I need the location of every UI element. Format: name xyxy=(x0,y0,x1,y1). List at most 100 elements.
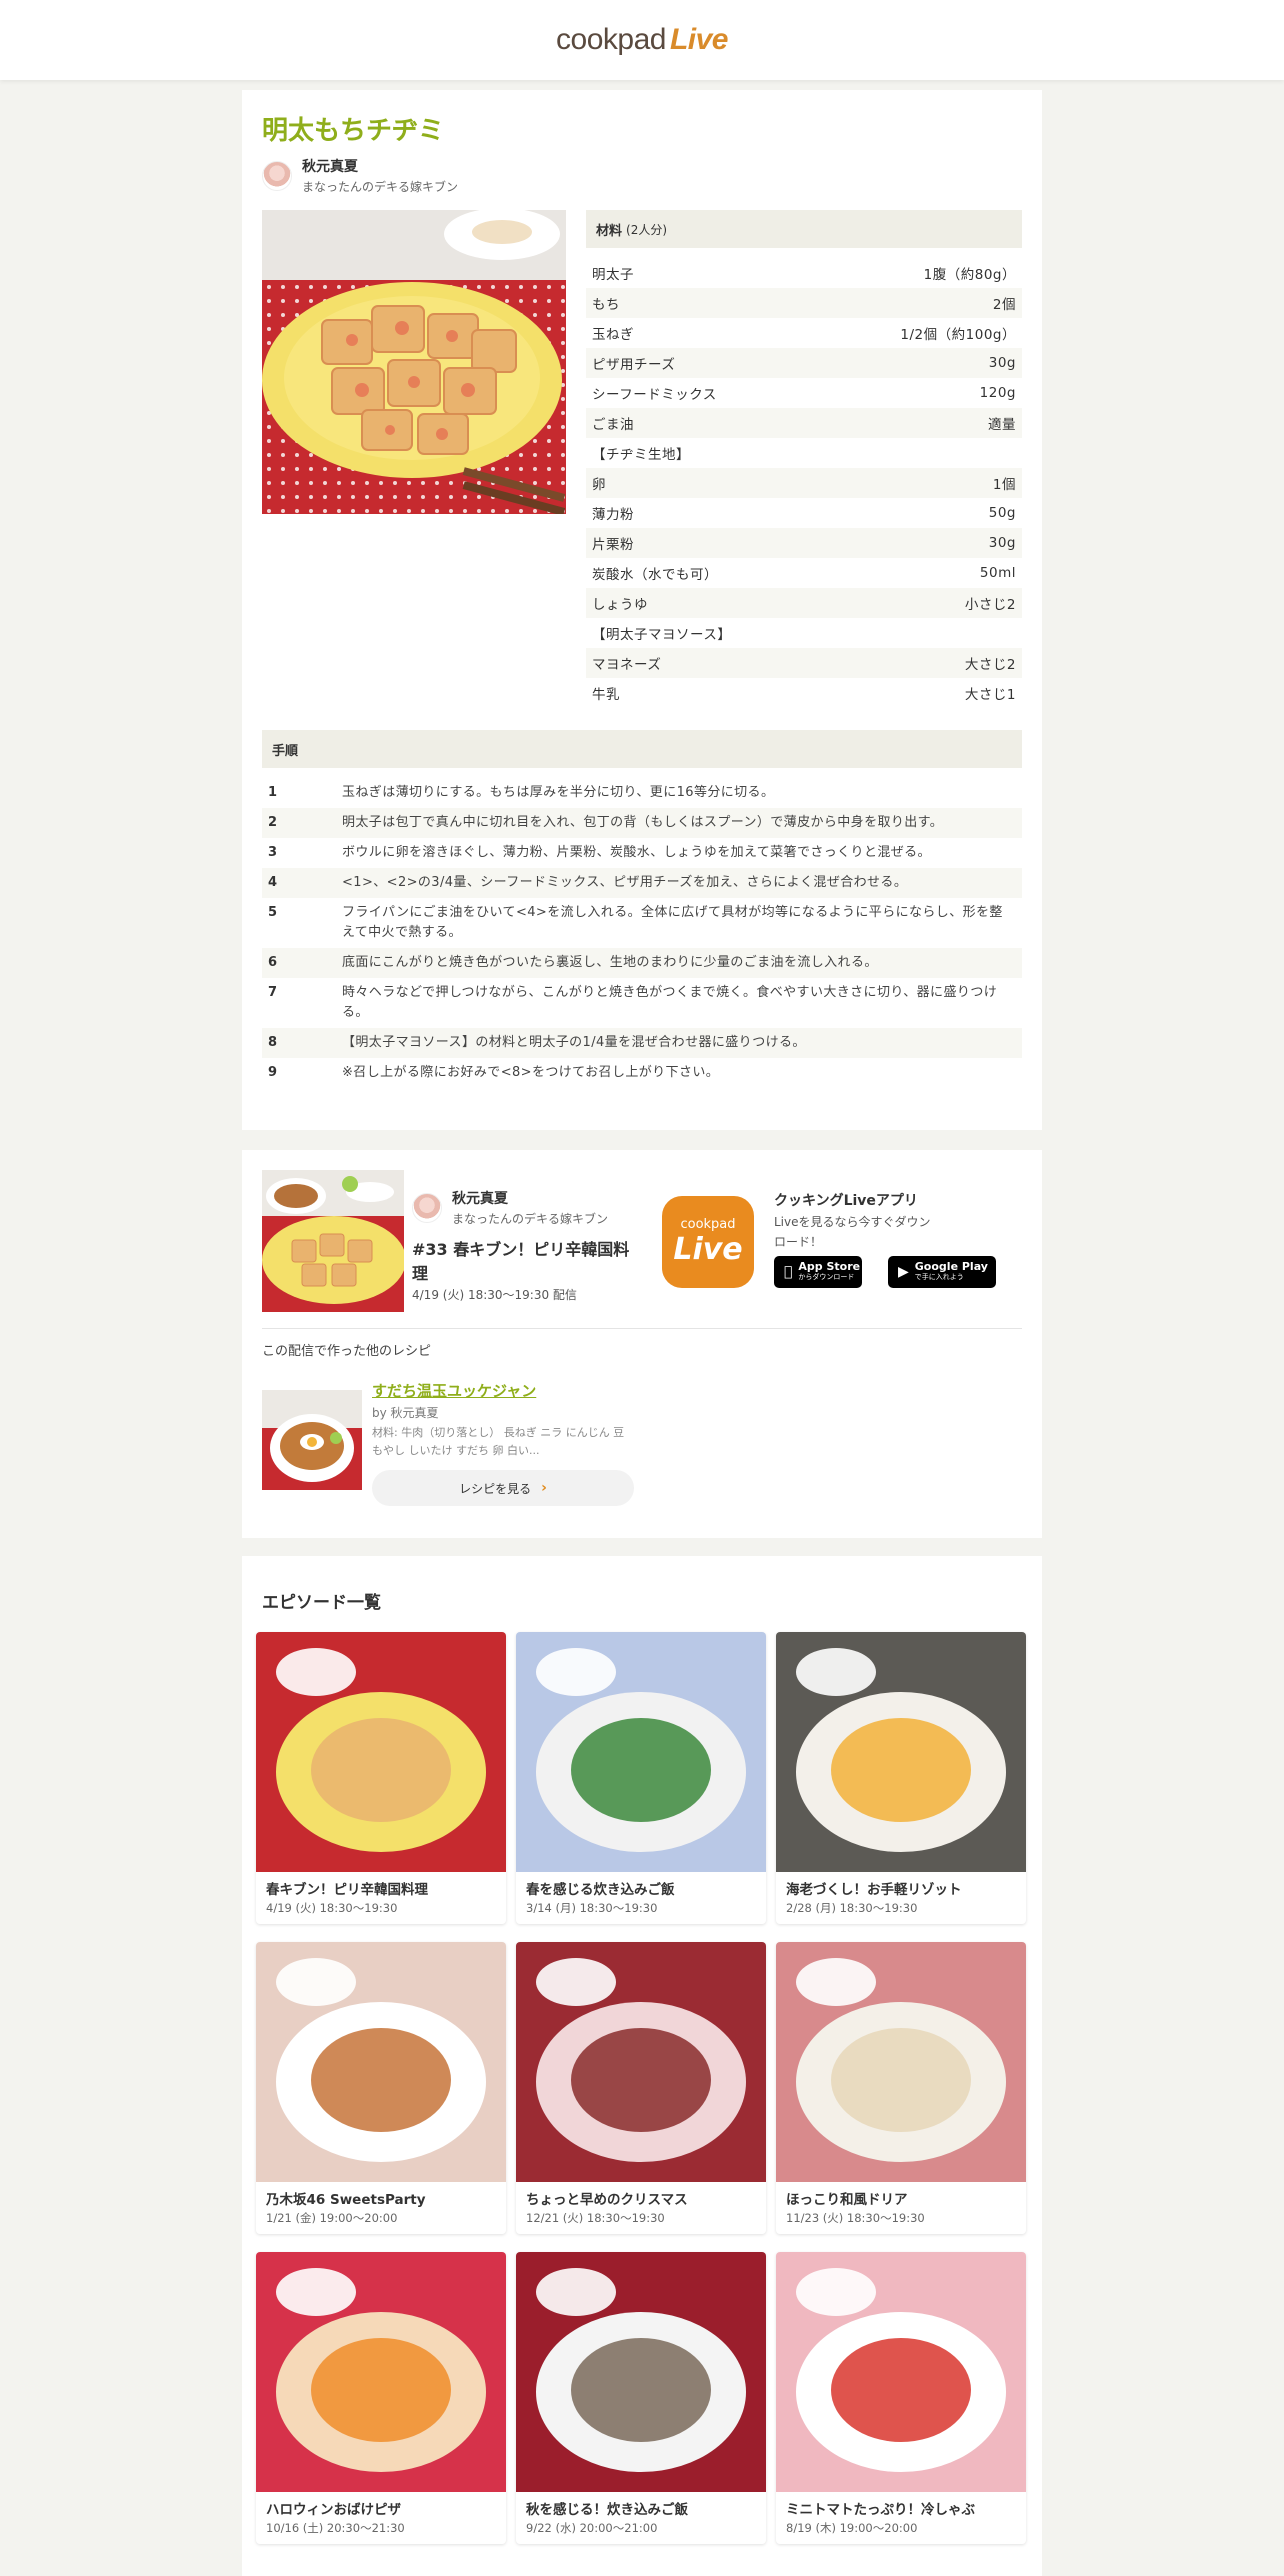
stream-author-avatar xyxy=(412,1192,442,1223)
ingredient-row: 玉ねぎ 1/2個（約100g） xyxy=(586,318,1022,348)
view-recipe-label: レシピを見る xyxy=(459,1481,532,1496)
appstore-top: App Store xyxy=(790,1260,860,1273)
ingredient-name: 明太子 xyxy=(592,267,634,283)
ingredient-name: シーフードミックス xyxy=(592,387,717,403)
step-number: 1 xyxy=(268,785,278,800)
episode-card[interactable]: ハロウィンおばけピザ 10/16 (土) 20:30〜21:30 xyxy=(256,2252,506,2544)
step-text: 時々ヘラなどで押しつけながら、こんがりと焼き色がつくまで焼く。食べやすい大きさに… xyxy=(342,985,998,1020)
ingredient-amount: 2個 xyxy=(992,297,1016,313)
step-text: ボウルに卵を溶きほぐし、薄力粉、片栗粉、炭酸水、しょうゆを加えて菜箸でさっくりと… xyxy=(342,845,931,860)
steps-list: 1 玉ねぎは薄切りにする。もちは厚みを半分に切り、更に16等分に切る。 2 明太子は包… xyxy=(262,778,1022,1088)
episode-card[interactable]: ちょっと早めのクリスマス 12/21 (火) 18:30〜19:30 xyxy=(516,1942,766,2234)
ingredient-name: 薄力粉 xyxy=(592,507,634,523)
episode-thumbnail xyxy=(516,1942,766,2182)
ingredient-name: もち xyxy=(592,297,620,313)
google-play-icon: ▶ xyxy=(898,1264,909,1280)
episode-card[interactable]: 乃木坂46 SweetsParty 1/21 (金) 19:00〜20:00 xyxy=(256,1942,506,2234)
step-row: 7 時々ヘラなどで押しつけながら、こんがりと焼き色がつくまで焼く。食べやすい大きさ… xyxy=(262,978,1022,1028)
stream-title[interactable]: #33 春キブン！ピリ辛韓国料理 xyxy=(412,1238,642,1286)
other-recipe-photo[interactable] xyxy=(262,1390,362,1490)
app-store-badge[interactable]:  App Store からダウンロード xyxy=(774,1256,862,1288)
ingredient-amount: 大さじ1 xyxy=(964,687,1016,703)
chevron-right-icon: › xyxy=(541,1480,547,1496)
ingredient-amount: 大さじ2 xyxy=(964,657,1016,673)
ingredients-section: 材料 (2人分) 明太子 1腹（約80g） もち 2個 玉ねぎ 1/2個（約100g） ピザ… xyxy=(586,210,1022,708)
step-number: 4 xyxy=(268,875,278,890)
step-number: 8 xyxy=(268,1035,278,1050)
episode-title: 海老づくし！お手軽リゾット xyxy=(786,1882,962,1898)
ingredient-amount: 50g xyxy=(988,505,1016,521)
ingredient-row: 片栗粉 30g xyxy=(586,528,1022,558)
episode-date: 4/19 (火) 18:30〜19:30 xyxy=(266,1901,398,1915)
apple-icon:  xyxy=(784,1264,792,1280)
other-recipe-author: by 秋元真夏 xyxy=(372,1406,439,1420)
view-recipe-button[interactable]: レシピを見る › xyxy=(372,1470,634,1506)
recipe-title: 明太もちチヂミ xyxy=(262,116,445,146)
episode-title: ほっこり和風ドリア xyxy=(786,2192,908,2208)
episode-card[interactable]: ほっこり和風ドリア 11/23 (火) 18:30〜19:30 xyxy=(776,1942,1026,2234)
ingredient-row: ごま油 適量 xyxy=(586,408,1022,438)
steps-header: 手順 xyxy=(262,730,1022,768)
episode-card[interactable]: ミニトマトたっぷり！冷しゃぶ 8/19 (木) 19:00〜20:00 xyxy=(776,2252,1026,2544)
episode-card[interactable]: 春を感じる炊き込みご飯 3/14 (月) 18:30〜19:30 xyxy=(516,1632,766,1924)
ingredient-row: しょうゆ 小さじ2 xyxy=(586,588,1022,618)
ingredient-name: 牛乳 xyxy=(592,687,620,703)
ingredient-amount: 適量 xyxy=(988,417,1016,433)
step-text: 【明太子マヨソース】の材料と明太子の1/4量を混ぜ合わせ器に盛りつける。 xyxy=(342,1035,806,1050)
stream-thumbnail[interactable] xyxy=(262,1170,404,1312)
step-text: 底面にこんがりと焼き色がついたら裏返し、生地のまわりに少量のごま油を流し入れる。 xyxy=(342,955,878,970)
google-play-badge[interactable]: ▶ Google Play で手に入れよう xyxy=(888,1256,996,1288)
stream-author[interactable]: 秋元真夏 まなったんのデキる嫁キブン xyxy=(412,1188,608,1227)
episode-card[interactable]: 海老づくし！お手軽リゾット 2/28 (月) 18:30〜19:30 xyxy=(776,1632,1026,1924)
episode-list-heading: エピソード一覧 xyxy=(262,1593,381,1613)
other-recipe-title[interactable]: すだち温玉ユッケジャン xyxy=(372,1380,536,1401)
episode-title: 春キブン！ピリ辛韓国料理 xyxy=(266,1882,428,1898)
episode-date: 9/22 (水) 20:00〜21:00 xyxy=(526,2521,658,2535)
other-recipe-materials: 材料: 牛肉（切り落とし） 長ねぎ ニラ にんじん 豆もやし しいたけ すだち … xyxy=(372,1426,625,1457)
episode-date: 3/14 (月) 18:30〜19:30 xyxy=(526,1901,658,1915)
episode-date: 8/19 (木) 19:00〜20:00 xyxy=(786,2521,918,2535)
ingredient-row: マヨネーズ 大さじ2 xyxy=(586,648,1022,678)
step-number: 3 xyxy=(268,845,278,860)
ingredient-name: ピザ用チーズ xyxy=(592,357,676,373)
ingredient-row: 【明太子マヨソース】 xyxy=(586,618,1022,648)
ingredients-list: 明太子 1腹（約80g） もち 2個 玉ねぎ 1/2個（約100g） ピザ用チーズ 30g シー… xyxy=(586,258,1022,708)
episode-thumbnail xyxy=(776,2252,1026,2492)
step-number: 9 xyxy=(268,1065,278,1080)
ingredient-row: ピザ用チーズ 30g xyxy=(586,348,1022,378)
ingredient-amount: 30g xyxy=(988,535,1016,551)
logo-cookpad: cookpad xyxy=(556,23,666,56)
episode-card[interactable]: 春キブン！ピリ辛韓国料理 4/19 (火) 18:30〜19:30 xyxy=(256,1632,506,1924)
ingredient-row: 薄力粉 50g xyxy=(586,498,1022,528)
recipe-card: 明太もちチヂミ 秋元真夏 まなったんのデキる嫁キブン 材料 (2人分) 明太子 … xyxy=(242,90,1042,1130)
ingredient-row: 卵 1個 xyxy=(586,468,1022,498)
episode-thumbnail xyxy=(776,1942,1026,2182)
logo-live: Live xyxy=(669,23,729,56)
step-text: フライパンにごま油をひいて<4>を流し入れる。全体に広げて具材が均等になるように… xyxy=(342,905,1003,940)
episode-thumbnail xyxy=(516,1632,766,1872)
author-subtitle: まなったんのデキる嫁キブン xyxy=(302,180,459,194)
cookpad-live-logo[interactable]: cookpad Live xyxy=(556,23,728,57)
site-header: cookpad Live xyxy=(0,0,1284,80)
ingredient-name: ごま油 xyxy=(592,417,634,433)
episode-date: 1/21 (金) 19:00〜20:00 xyxy=(266,2211,398,2225)
ingredient-row: 牛乳 大さじ1 xyxy=(586,678,1022,708)
gplay-bot: で手に入れよう xyxy=(914,1273,964,1281)
recipe-author[interactable]: 秋元真夏 まなったんのデキる嫁キブン xyxy=(262,156,458,195)
ingredient-row: 【チヂミ生地】 xyxy=(586,438,1022,468)
app-description: Liveを見るなら今すぐダウンロード！ xyxy=(774,1215,931,1249)
step-row: 4 <1>、<2>の3/4量、シーフードミックス、ピザ用チーズを加え、さらによく混… xyxy=(262,868,1022,898)
app-icon-small: cookpad xyxy=(680,1217,736,1232)
episode-title: 春を感じる炊き込みご飯 xyxy=(526,1882,675,1898)
episode-card[interactable]: 秋を感じる！炊き込みご飯 9/22 (水) 20:00〜21:00 xyxy=(516,2252,766,2544)
ingredient-amount: 30g xyxy=(988,355,1016,371)
episode-date: 2/28 (月) 18:30〜19:30 xyxy=(786,1901,918,1915)
app-title: クッキングLiveアプリ xyxy=(774,1193,918,1209)
step-number: 5 xyxy=(268,905,278,920)
cookpad-live-app-icon[interactable]: cookpad Live xyxy=(662,1196,754,1288)
servings: (2人分) xyxy=(626,222,668,237)
recipe-photo xyxy=(262,210,566,514)
gplay-top: Google Play xyxy=(914,1260,988,1273)
ingredient-row: シーフードミックス 120g xyxy=(586,378,1022,408)
episode-thumbnail xyxy=(516,2252,766,2492)
